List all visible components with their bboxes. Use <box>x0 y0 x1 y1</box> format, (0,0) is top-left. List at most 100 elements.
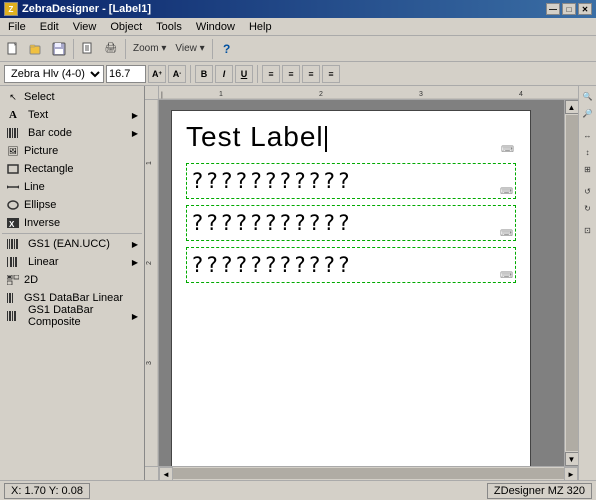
ruler-left: 1 2 3 <box>145 100 159 466</box>
sidebar-item-gs1-ean[interactable]: GS1 (EAN.UCC) ▶ <box>2 235 142 253</box>
barcode-row-3: ??????????? ⌨ <box>186 247 516 283</box>
side-btn-2[interactable]: 🔎 <box>580 105 596 121</box>
zoom-label: Zoom ▾ <box>129 38 170 60</box>
sidebar-item-2d[interactable]: 2D <box>2 271 142 289</box>
restore-button[interactable]: □ <box>562 3 576 15</box>
new-button[interactable] <box>2 38 24 60</box>
scroll-corner <box>145 467 159 480</box>
side-btn-1[interactable]: 🔍 <box>580 88 596 104</box>
ruler-top-inner: | 1 2 3 4 <box>159 86 578 99</box>
sidebar-item-select[interactable]: ↖ Select <box>2 88 142 106</box>
open-button[interactable] <box>25 38 47 60</box>
align-left-button[interactable]: ≡ <box>262 65 280 83</box>
separator2 <box>125 39 126 59</box>
sidebar-label-linear: Linear <box>28 256 59 268</box>
svg-text:3: 3 <box>419 91 423 98</box>
side-btn-7[interactable]: ↻ <box>580 200 596 216</box>
label-canvas: Test Label ⌨ ??????????? ⌨ ??????????? ⌨ <box>171 110 531 466</box>
side-btn-6[interactable]: ↺ <box>580 183 596 199</box>
status-coords: X: 1.70 Y: 0.08 <box>4 483 90 499</box>
font-increase-button[interactable]: A+ <box>148 65 166 83</box>
justify-button[interactable]: ≡ <box>322 65 340 83</box>
title-bar: Z ZebraDesigner - [Label1] — □ ✕ <box>0 0 596 18</box>
sidebar-item-rectangle[interactable]: Rectangle <box>2 160 142 178</box>
sidebar-label-ellipse: Ellipse <box>24 199 56 211</box>
barcode-row-2: ??????????? ⌨ <box>186 205 516 241</box>
ruler-left-svg: 1 2 3 <box>145 100 159 466</box>
help-button[interactable]: ? <box>216 38 238 60</box>
ruler-svg: | 1 2 3 4 <box>159 86 578 99</box>
sidebar-label-text: Text <box>28 109 48 121</box>
menu-window[interactable]: Window <box>190 20 241 34</box>
print-button[interactable]: 🖨 <box>100 38 122 60</box>
svg-text:1: 1 <box>219 91 223 98</box>
picture-icon: 🖼 <box>6 144 20 158</box>
sidebar-item-inverse[interactable]: X Inverse <box>2 214 142 232</box>
menu-help[interactable]: Help <box>243 20 278 34</box>
svg-text:|: | <box>161 92 163 99</box>
font-decrease-button[interactable]: A- <box>168 65 186 83</box>
print-preview-button[interactable] <box>77 38 99 60</box>
scroll-left-button[interactable]: ◄ <box>159 467 173 480</box>
svg-text:2: 2 <box>146 261 153 265</box>
minimize-button[interactable]: — <box>546 3 560 15</box>
sidebar-item-linear[interactable]: Linear ▶ <box>2 253 142 271</box>
side-btn-8[interactable]: ⊡ <box>580 222 596 238</box>
gs1-linear-icon <box>6 291 20 305</box>
svg-text:X: X <box>9 220 15 228</box>
sidebar-item-gs1-composite[interactable]: GS1 DataBar Composite ▶ <box>2 307 142 325</box>
canvas-body: 1 2 3 Test Label ⌨ <box>145 100 578 466</box>
menu-file[interactable]: File <box>2 20 32 34</box>
canvas-inner: Test Label ⌨ ??????????? ⌨ ??????????? ⌨ <box>159 100 564 466</box>
menu-edit[interactable]: Edit <box>34 20 65 34</box>
align-center-button[interactable]: ≡ <box>282 65 300 83</box>
scrollbar-vertical[interactable]: ▲ ▼ <box>564 100 578 466</box>
sidebar-label-line: Line <box>24 181 45 193</box>
ruler-corner <box>145 86 159 100</box>
save-button[interactable] <box>48 38 70 60</box>
sidebar: ↖ Select A Text ▶ Bar code ▶ 🖼 Picture <box>0 86 145 480</box>
barcode-text-1: ??????????? <box>191 169 352 193</box>
toolbar1: 🖨 Zoom ▾ View ▾ ? <box>0 36 596 62</box>
window-title: ZebraDesigner - [Label1] <box>22 3 151 15</box>
side-btn-5[interactable]: ⊞ <box>580 161 596 177</box>
underline-button[interactable]: U <box>235 65 253 83</box>
side-btn-3[interactable]: ↔ <box>580 127 596 143</box>
menu-object[interactable]: Object <box>104 20 148 34</box>
font-size-input[interactable] <box>106 65 146 83</box>
close-button[interactable]: ✕ <box>578 3 592 15</box>
sidebar-label-rectangle: Rectangle <box>24 163 74 175</box>
scroll-down-button[interactable]: ▼ <box>565 452 579 466</box>
sidebar-item-line[interactable]: Line <box>2 178 142 196</box>
sidebar-label-2d: 2D <box>24 274 38 286</box>
text-icon: A <box>6 108 20 122</box>
2d-icon <box>6 273 20 287</box>
bold-button[interactable]: B <box>195 65 213 83</box>
menu-view[interactable]: View <box>67 20 103 34</box>
scroll-thumb-vertical[interactable] <box>566 115 578 451</box>
svg-text:3: 3 <box>146 361 153 365</box>
italic-button[interactable]: I <box>215 65 233 83</box>
cursor-icon: ↖ <box>6 90 20 104</box>
gs1-composite-arrow-icon: ▶ <box>132 312 138 321</box>
gs1-composite-icon <box>6 309 20 323</box>
sidebar-item-picture[interactable]: 🖼 Picture <box>2 142 142 160</box>
title-bar-controls[interactable]: — □ ✕ <box>546 3 592 15</box>
scroll-up-button[interactable]: ▲ <box>565 100 579 114</box>
line-icon <box>6 180 20 194</box>
sidebar-item-text[interactable]: A Text ▶ <box>2 106 142 124</box>
sidebar-item-barcode[interactable]: Bar code ▶ <box>2 124 142 142</box>
side-btn-4[interactable]: ↕ <box>580 144 596 160</box>
toolbar2: Zebra Hlv (4-0) A+ A- B I U ≡ ≡ ≡ ≡ <box>0 62 596 86</box>
font-name-dropdown[interactable]: Zebra Hlv (4-0) <box>4 65 104 83</box>
sidebar-item-ellipse[interactable]: Ellipse <box>2 196 142 214</box>
barcode-row-1: ??????????? ⌨ <box>186 163 516 199</box>
side-icons: 🔍 🔎 ↔ ↕ ⊞ ↺ ↻ ⊡ <box>578 86 596 480</box>
align-right-button[interactable]: ≡ <box>302 65 320 83</box>
canvas-scroll[interactable]: Test Label ⌨ ??????????? ⌨ ??????????? ⌨ <box>159 100 564 466</box>
scroll-thumb-horizontal[interactable] <box>173 468 564 479</box>
app-icon: Z <box>4 2 18 16</box>
scroll-right-button[interactable]: ► <box>564 467 578 480</box>
inverse-icon: X <box>6 216 20 230</box>
menu-tools[interactable]: Tools <box>150 20 188 34</box>
